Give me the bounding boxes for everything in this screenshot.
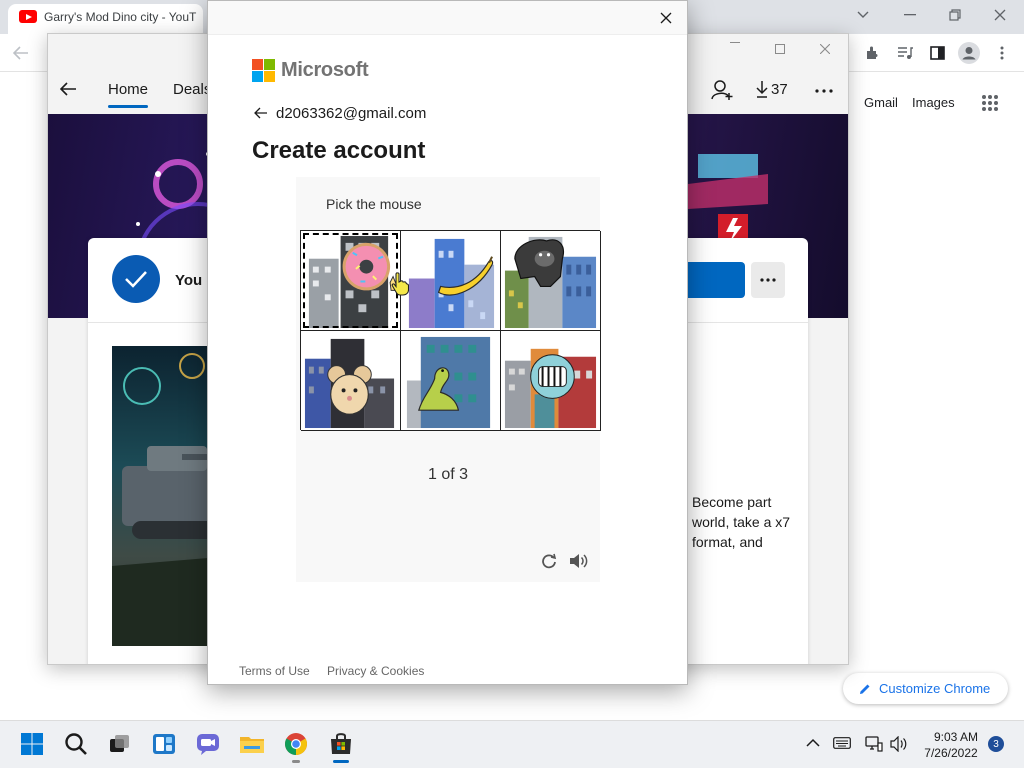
show-hidden-icons-chevron-icon[interactable] [806, 738, 820, 748]
captcha-instruction: Pick the mouse [326, 196, 422, 212]
microsoft-logo-icon [252, 59, 275, 82]
captcha-panel: Pick the mouse 1 of 3 [296, 177, 601, 582]
account-email: d2063362@gmail.com [276, 104, 427, 122]
extensions-icon[interactable] [862, 42, 884, 64]
media-queue-icon[interactable] [894, 42, 916, 64]
widgets-icon[interactable] [150, 730, 178, 758]
keyboard-icon[interactable] [833, 737, 851, 749]
back-arrow-icon[interactable] [254, 107, 268, 119]
search-icon[interactable] [62, 730, 90, 758]
download-icon [756, 80, 768, 98]
chrome-menu-icon[interactable] [991, 42, 1013, 64]
task-view-icon[interactable] [106, 730, 134, 758]
downloads-button[interactable]: 37 [756, 80, 788, 98]
store-maximize-icon[interactable] [775, 44, 785, 54]
store-close-icon[interactable] [820, 44, 830, 54]
gmail-link[interactable]: Gmail [864, 95, 898, 110]
google-apps-icon[interactable] [982, 95, 998, 111]
checkmark-icon [112, 255, 160, 303]
microsoft-store-icon[interactable] [327, 730, 355, 758]
store-minimize-icon[interactable] [730, 42, 740, 44]
minimize-icon[interactable] [896, 4, 924, 26]
profile-avatar-icon[interactable] [958, 42, 980, 64]
images-link[interactable]: Images [912, 95, 955, 110]
network-icon[interactable] [865, 736, 883, 752]
teams-chat-icon[interactable] [194, 730, 222, 758]
refresh-icon[interactable] [541, 553, 557, 569]
captcha-tile-gorilla[interactable] [501, 231, 601, 331]
microsoft-account-dialog: Microsoft d2063362@gmail.com Create acco… [207, 0, 688, 685]
captcha-tile-donut[interactable] [301, 231, 401, 331]
customize-chrome-button[interactable]: Customize Chrome [843, 673, 1008, 704]
side-panel-icon[interactable] [926, 42, 948, 64]
pencil-icon [859, 683, 871, 695]
store-nav-deals[interactable]: Deals [173, 81, 211, 98]
volume-icon[interactable] [890, 736, 908, 752]
downloads-count: 37 [771, 80, 788, 98]
add-account-icon[interactable] [711, 79, 733, 101]
back-arrow-icon[interactable] [10, 42, 32, 64]
store-more-icon[interactable] [815, 89, 833, 93]
store-more-options-button[interactable] [751, 262, 785, 298]
privacy-cookies-link[interactable]: Privacy & Cookies [327, 664, 424, 678]
windows-start-icon[interactable] [18, 730, 46, 758]
captcha-progress: 1 of 3 [427, 466, 469, 483]
back-email-row[interactable]: d2063362@gmail.com [254, 103, 426, 123]
microsoft-logo-text: Microsoft [281, 59, 369, 81]
tab-search-chevron-icon[interactable] [849, 4, 877, 26]
page-title: Create account [252, 137, 426, 164]
captcha-tile-banana[interactable] [401, 231, 501, 331]
captcha-grid [300, 230, 601, 431]
store-active-indicator [333, 760, 349, 763]
youtube-icon [19, 10, 37, 23]
chrome-running-indicator [292, 760, 300, 763]
dialog-titlebar [208, 1, 687, 35]
customize-chrome-label: Customize Chrome [879, 681, 991, 696]
audio-icon[interactable] [568, 552, 588, 570]
close-icon[interactable] [986, 4, 1014, 26]
chrome-taskbar-icon[interactable] [282, 730, 310, 758]
chrome-tab-title[interactable]: Garry's Mod Dino city - YouT [44, 10, 199, 24]
store-back-icon[interactable] [60, 82, 77, 96]
captcha-tile-mouse[interactable] [301, 331, 401, 431]
store-nav-home-indicator [108, 105, 148, 108]
terms-of-use-link[interactable]: Terms of Use [239, 664, 310, 678]
restore-icon[interactable] [941, 4, 969, 26]
dialog-close-icon[interactable] [654, 7, 678, 29]
captcha-tile-dinosaur[interactable] [401, 331, 501, 431]
file-explorer-icon[interactable] [238, 730, 266, 758]
store-nav-home[interactable]: Home [108, 81, 148, 98]
hand-cursor-icon [391, 272, 409, 296]
store-description: Become part world, take a x7 format, and [692, 494, 791, 550]
tray-date[interactable]: 7/26/2022 [920, 746, 982, 760]
tray-time[interactable]: 9:03 AM [930, 730, 982, 744]
captcha-tile-zebra[interactable] [501, 331, 601, 431]
notification-badge[interactable]: 3 [988, 736, 1004, 752]
